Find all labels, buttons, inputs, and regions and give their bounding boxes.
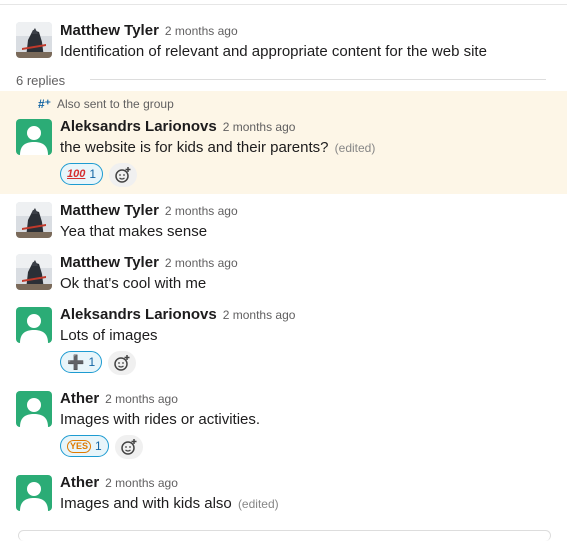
replies-divider: 6 replies xyxy=(16,72,546,90)
add-reaction-button[interactable] xyxy=(108,351,137,375)
author-name[interactable]: Ather xyxy=(60,390,99,407)
reaction-count: 1 xyxy=(95,439,102,453)
reaction-heavy-plus[interactable]: ➕ 1 xyxy=(60,351,103,373)
also-sent-to-group: #⁺ Also sent to the group xyxy=(38,97,174,111)
avatar[interactable] xyxy=(16,22,52,58)
author-name[interactable]: Aleksandrs Larionovs xyxy=(60,118,217,135)
edited-label: (edited) xyxy=(237,497,279,511)
avatar[interactable] xyxy=(16,391,52,427)
timestamp[interactable]: 2 months ago xyxy=(165,204,238,218)
message: Ather 2 months ago Images and with kids a… xyxy=(0,474,567,524)
author-name[interactable]: Ather xyxy=(60,474,99,491)
message-text: Yea that makes sense xyxy=(60,223,208,240)
hundred-emoji-icon: 100 xyxy=(67,168,86,180)
divider-line xyxy=(90,79,546,80)
avatar[interactable] xyxy=(16,307,52,343)
reaction-yes[interactable]: YES 1 xyxy=(60,435,109,457)
edited-label: (edited) xyxy=(334,141,376,155)
message: Aleksandrs Larionovs 2 months ago the web… xyxy=(0,118,567,188)
message: Matthew Tyler 2 months ago Ok that's cool… xyxy=(0,254,567,302)
author-name[interactable]: Matthew Tyler xyxy=(60,254,159,271)
top-divider xyxy=(0,4,567,5)
reaction-count: 1 xyxy=(88,355,96,369)
reaction-count: 1 xyxy=(89,167,97,181)
yes-emoji-icon: YES xyxy=(67,439,92,453)
message-text: Images and with kids also xyxy=(60,495,232,512)
message-text: Lots of images xyxy=(60,327,158,344)
timestamp[interactable]: 2 months ago xyxy=(223,308,296,322)
timestamp[interactable]: 2 months ago xyxy=(165,256,238,270)
message-text: Identification of relevant and appropria… xyxy=(60,43,487,60)
message: Matthew Tyler 2 months ago Yea that makes… xyxy=(0,202,567,250)
add-emoji-icon xyxy=(120,439,137,455)
timestamp[interactable]: 2 months ago xyxy=(105,476,178,490)
channel-icon: #⁺ xyxy=(38,97,52,111)
add-emoji-icon xyxy=(115,167,131,183)
message: Ather 2 months ago Images with rides or a… xyxy=(0,390,567,464)
avatar[interactable] xyxy=(16,254,52,290)
message: Aleksandrs Larionovs 2 months ago Lots of… xyxy=(0,306,567,380)
thread-parent-message: Matthew Tyler 2 months ago Identification… xyxy=(0,14,567,70)
message-text: Ok that's cool with me xyxy=(60,275,207,292)
add-reaction-button[interactable] xyxy=(114,435,143,459)
timestamp[interactable]: 2 months ago xyxy=(223,120,296,134)
avatar[interactable] xyxy=(16,202,52,238)
replies-count: 6 replies xyxy=(16,73,66,88)
timestamp[interactable]: 2 months ago xyxy=(105,392,178,406)
avatar[interactable] xyxy=(16,475,52,511)
reply-composer[interactable] xyxy=(18,530,551,541)
add-emoji-icon xyxy=(114,355,130,371)
author-name[interactable]: Matthew Tyler xyxy=(60,22,159,39)
message-text: the website is for kids and their parent… xyxy=(60,139,329,156)
author-name[interactable]: Matthew Tyler xyxy=(60,202,159,219)
heavy-plus-emoji-icon: ➕ xyxy=(67,353,85,370)
message-text: Images with rides or activities. xyxy=(60,411,261,428)
avatar[interactable] xyxy=(16,119,52,155)
timestamp[interactable]: 2 months ago xyxy=(165,24,238,38)
author-name[interactable]: Aleksandrs Larionovs xyxy=(60,306,217,323)
reaction-100[interactable]: 100 1 xyxy=(60,163,104,185)
add-reaction-button[interactable] xyxy=(109,163,138,187)
